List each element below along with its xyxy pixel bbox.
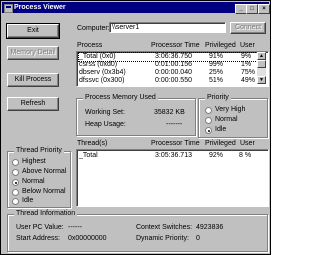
context-switches-label: Context Switches: — [136, 224, 193, 231]
list-item[interactable]: _Total 3:05:36.713 92% 8 % — [79, 152, 268, 160]
connect-button[interactable]: Connect — [230, 22, 266, 34]
user-pc-value: ------ — [68, 224, 82, 231]
memory-detail-button[interactable]: Memory Detail — [7, 46, 59, 60]
list-item[interactable]: csrss (0xd0) 0:01:00.156 99% 1% — [79, 61, 268, 69]
thread-highest-radio[interactable] — [12, 159, 19, 166]
thread-normal-label: Normal — [22, 178, 45, 185]
thread-priority-title: Thread Priority — [14, 147, 64, 155]
priority-idle-radio[interactable] — [205, 127, 212, 134]
priority-group: Priority Very High Normal Idle — [198, 94, 268, 138]
thread-above-normal-label: Above Normal — [22, 168, 67, 175]
close-icon[interactable]: × — [258, 4, 270, 14]
heap-usage-value: ------- — [166, 121, 183, 128]
dynamic-priority-value: 0 — [196, 235, 200, 242]
computer-label: Computer: — [77, 25, 110, 32]
working-set-label: Working Set: — [85, 109, 125, 116]
thread-below-normal-radio[interactable] — [12, 189, 19, 196]
thread-normal-radio[interactable] — [12, 179, 19, 186]
priority-normal-label: Normal — [215, 116, 238, 123]
thread-below-normal-label: Below Normal — [22, 188, 66, 195]
computer-input[interactable]: \\server1 — [109, 22, 226, 33]
priority-title: Priority — [205, 94, 231, 102]
thread-information-group: Thread Information User PC Value: ------… — [7, 210, 268, 252]
thread-above-normal-radio[interactable] — [12, 169, 19, 176]
list-item[interactable]: _Total (0x0) 3:06:36.750 91% 9% — [78, 52, 258, 62]
start-address-value: 0x00000000 — [68, 235, 107, 242]
processor-time-column-header: Processor Time — [151, 42, 200, 49]
priority-very-high-radio[interactable] — [205, 107, 212, 114]
priority-very-high-label: Very High — [215, 106, 246, 113]
thread-idle-radio[interactable] — [12, 198, 19, 205]
heap-usage-label: Heap Usage: — [85, 121, 126, 128]
maximize-icon[interactable]: □ — [246, 4, 258, 14]
process-memory-title: Process Memory Used — [83, 94, 158, 102]
list-item[interactable]: dbserv (0x3b4) 0:00:00.040 25% 75% — [79, 69, 268, 77]
process-memory-group: Process Memory Used Working Set: 35832 K… — [76, 94, 196, 136]
process-column-header: Process — [77, 42, 103, 49]
kill-process-button[interactable]: Kill Process — [7, 73, 59, 87]
privileged-column-header: Privileged — [205, 42, 236, 49]
thread-priority-group: Thread Priority Highest Above Normal Nor… — [7, 147, 71, 208]
app-icon[interactable] — [4, 4, 13, 13]
user-column-header: User — [240, 42, 255, 49]
thread-user-header: User — [240, 140, 255, 147]
working-set-value: 35832 KB — [154, 109, 185, 116]
scroll-thumb[interactable] — [257, 60, 266, 68]
title-bar[interactable]: Process Viewer _ □ × — [2, 2, 270, 14]
thread-list[interactable]: _Total 3:05:36.713 92% 8 % — [76, 149, 269, 207]
dynamic-priority-label: Dynamic Priority: — [136, 235, 189, 242]
thread-processor-time-header: Processor Time — [151, 140, 200, 147]
thread-information-title: Thread Information — [14, 210, 78, 218]
user-pc-label: User PC Value: — [16, 224, 64, 231]
scroll-down-icon[interactable]: ▼ — [257, 76, 266, 84]
threads-column-header: Thread(s) — [77, 140, 108, 147]
list-item[interactable]: dfssvc (0x300) 0:00:00.550 51% 49% — [79, 77, 268, 85]
process-viewer-window: Process Viewer _ □ × Exit Memory Detail … — [0, 0, 271, 255]
window-title: Process Viewer — [14, 4, 66, 11]
process-list[interactable]: _Total (0x0) 3:06:36.750 91% 9% csrss (0… — [76, 51, 269, 87]
context-switches-value: 4923836 — [196, 224, 224, 231]
exit-button[interactable]: Exit — [6, 23, 60, 39]
priority-normal-radio[interactable] — [205, 117, 212, 124]
thread-idle-label: Idle — [22, 197, 34, 204]
priority-idle-label: Idle — [215, 126, 227, 133]
thread-highest-label: Highest — [22, 158, 46, 165]
refresh-button[interactable]: Refresh — [7, 97, 59, 111]
start-address-label: Start Address: — [16, 235, 60, 242]
thread-privileged-header: Privileged — [205, 140, 236, 147]
process-list-scrollbar[interactable]: ▲ ▼ — [257, 52, 266, 84]
scroll-up-icon[interactable]: ▲ — [257, 52, 266, 60]
